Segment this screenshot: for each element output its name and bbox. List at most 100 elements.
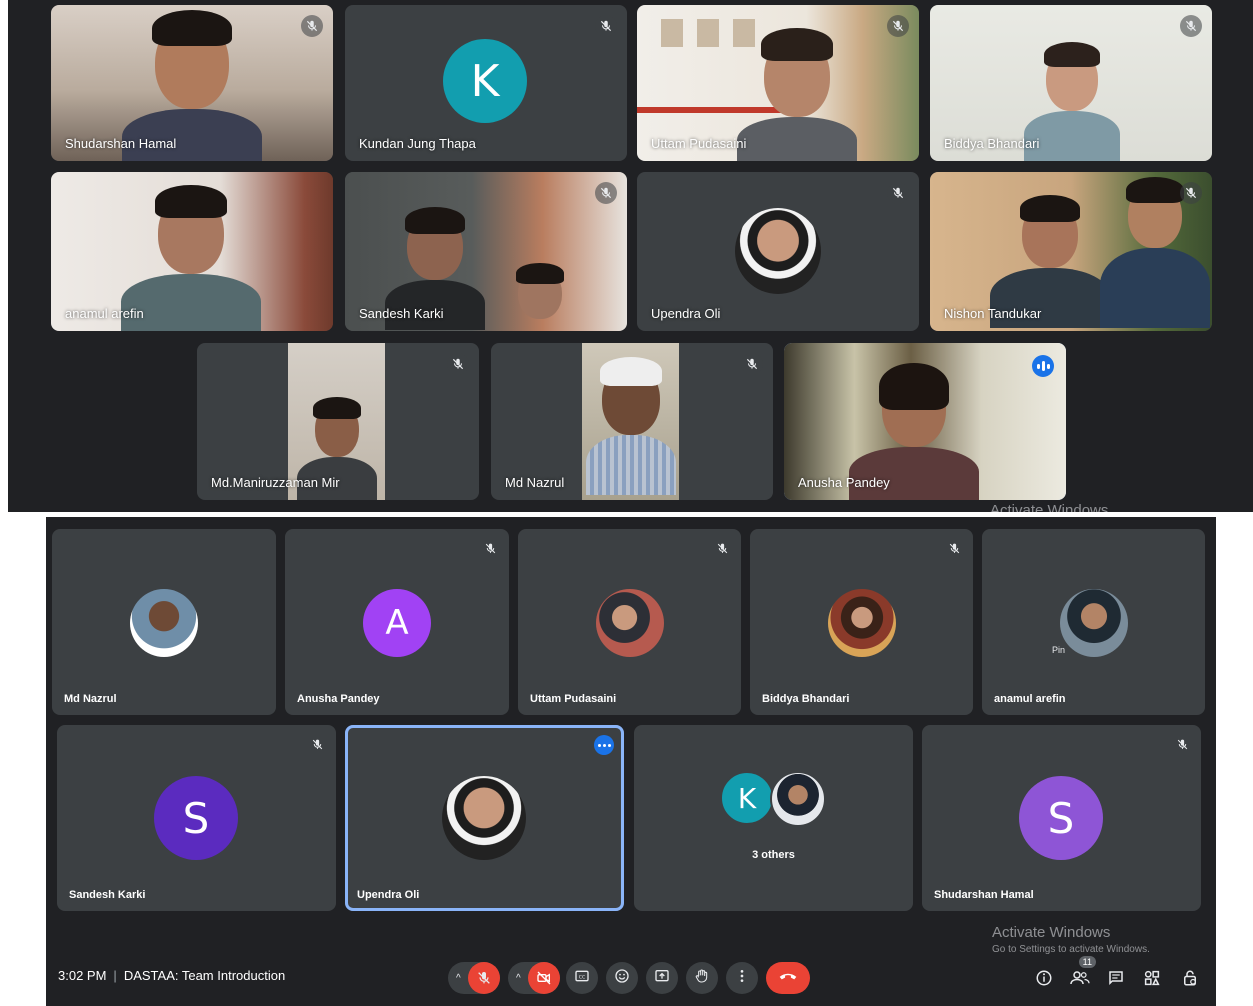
participant-name: Uttam Pudasaini: [530, 693, 617, 705]
participant-tile-anamul[interactable]: anamul arefin: [51, 172, 333, 331]
meeting-controls-bar: 3:02 PM | DASTAA: Team Introduction ^ ^ CC: [46, 924, 1216, 1006]
present-icon: [654, 968, 670, 989]
participant-tile-nishon[interactable]: Nishon Tandukar: [930, 172, 1212, 331]
participant-tile-uttam[interactable]: Uttam Pudasaini: [518, 529, 741, 715]
mic-off-icon: [308, 735, 326, 753]
people-count-badge: 11: [1078, 956, 1096, 968]
people-button[interactable]: 11: [1068, 956, 1096, 990]
avatar: S: [154, 776, 238, 860]
activate-windows-watermark: Activate Windows Go to Settings to activ…: [992, 924, 1150, 955]
watermark-title: Activate Windows: [992, 924, 1111, 941]
captions-button[interactable]: CC: [566, 962, 598, 994]
emoji-button[interactable]: [606, 962, 638, 994]
participant-name: Anusha Pandey: [297, 693, 380, 705]
mic-off-icon: [1173, 735, 1191, 753]
meeting-time: 3:02 PM: [58, 968, 107, 983]
more-options-button[interactable]: [726, 962, 758, 994]
participant-tile-anamul[interactable]: Pin anamul arefin: [982, 529, 1205, 715]
chevron-up-icon[interactable]: ^: [516, 973, 521, 984]
mic-off-icon: [887, 15, 909, 37]
mic-off-icon: [945, 539, 963, 557]
svg-text:CC: CC: [579, 974, 586, 980]
participant-name: Md.Maniruzzaman Mir: [211, 475, 340, 490]
participant-name: Kundan Jung Thapa: [359, 136, 476, 151]
participant-tile-shudarshan[interactable]: Shudarshan Hamal: [51, 5, 333, 161]
mic-off-icon: [301, 15, 323, 37]
participant-tile-anusha[interactable]: A Anusha Pandey: [285, 529, 509, 715]
avatar: [770, 771, 826, 827]
pin-hover-label[interactable]: Pin: [1052, 645, 1065, 655]
present-button[interactable]: [646, 962, 678, 994]
camera-off-icon: [528, 962, 560, 994]
participant-name: Md Nazrul: [64, 693, 117, 705]
speaking-indicator-icon: [1032, 355, 1054, 377]
meeting-grid-screenshot-2: Md Nazrul A Anusha Pandey Uttam Pudasain…: [46, 517, 1216, 1006]
activities-button[interactable]: [1140, 966, 1164, 990]
participant-tile-nazrul[interactable]: Md Nazrul: [52, 529, 276, 715]
participant-name: Anusha Pandey: [798, 475, 890, 490]
raise-hand-icon: [694, 968, 710, 989]
end-call-icon: [778, 969, 798, 987]
watermark-subtitle: Go to Settings to activate Windows.: [992, 944, 1150, 955]
activities-icon: [1144, 970, 1160, 986]
end-call-button[interactable]: [766, 962, 810, 994]
raise-hand-button[interactable]: [686, 962, 718, 994]
more-icon: [734, 968, 750, 989]
participant-tile-upendra-speaking[interactable]: Upendra Oli: [345, 725, 624, 911]
chevron-up-icon[interactable]: ^: [456, 973, 461, 984]
mic-toggle-button[interactable]: ^: [448, 962, 500, 994]
participant-name: Sandesh Karki: [359, 306, 444, 321]
participant-tile-sandesh[interactable]: Sandesh Karki: [345, 172, 627, 331]
participant-tile-maniruzzaman[interactable]: Md.Maniruzzaman Mir: [197, 343, 479, 500]
avatar: [735, 208, 821, 294]
camera-toggle-button[interactable]: ^: [508, 962, 560, 994]
participant-name: Nishon Tandukar: [944, 306, 1042, 321]
participant-tile-biddya[interactable]: Biddya Bhandari: [930, 5, 1212, 161]
mic-off-icon: [1180, 182, 1202, 204]
more-options-icon[interactable]: [594, 735, 614, 755]
avatar: [130, 589, 198, 657]
mic-off-icon: [887, 182, 909, 204]
meeting-details-button[interactable]: [1032, 966, 1056, 990]
meeting-grid-screenshot-1: Shudarshan Hamal K Kundan Jung Thapa Utt…: [8, 0, 1253, 512]
people-icon: [1070, 971, 1090, 985]
participant-name: Shudarshan Hamal: [934, 889, 1034, 901]
mic-off-icon: [1180, 15, 1202, 37]
participant-tile-nazrul[interactable]: Md Nazrul: [491, 343, 773, 500]
avatar: [442, 776, 526, 860]
mic-off-icon: [741, 353, 763, 375]
participant-name: Shudarshan Hamal: [65, 136, 177, 151]
avatar: K: [443, 39, 527, 123]
mic-off-icon: [468, 962, 500, 994]
avatar: A: [363, 589, 431, 657]
participant-tile-biddya[interactable]: Biddya Bhandari: [750, 529, 973, 715]
participant-name: Biddya Bhandari: [944, 136, 1040, 151]
participant-name: Md Nazrul: [505, 475, 565, 490]
participant-tile-uttam[interactable]: Uttam Pudasaini: [637, 5, 919, 161]
avatar: [1060, 589, 1128, 657]
mic-off-icon: [595, 182, 617, 204]
mic-off-icon: [595, 15, 617, 37]
others-count: 3 others: [752, 849, 795, 861]
mic-off-icon: [481, 539, 499, 557]
participant-tile-upendra[interactable]: Upendra Oli: [637, 172, 919, 331]
host-controls-icon: [1184, 970, 1196, 986]
avatar: K: [720, 771, 774, 825]
info-icon: [1036, 970, 1052, 986]
participant-name: Upendra Oli: [357, 889, 420, 901]
participant-tile-others[interactable]: K 3 others: [634, 725, 913, 911]
participant-name: anamul arefin: [994, 693, 1066, 705]
meeting-title: DASTAA: Team Introduction: [123, 968, 286, 983]
chat-icon: [1109, 971, 1123, 986]
participant-name: Sandesh Karki: [69, 889, 146, 901]
participant-name: Uttam Pudasaini: [651, 136, 747, 151]
avatar: [596, 589, 664, 657]
participant-tile-anusha-speaking[interactable]: Anusha Pandey: [784, 343, 1066, 500]
participant-tile-sandesh[interactable]: S Sandesh Karki: [57, 725, 336, 911]
host-controls-button[interactable]: [1178, 966, 1202, 990]
participant-tile-shudarshan[interactable]: S Shudarshan Hamal: [922, 725, 1201, 911]
meeting-info: 3:02 PM | DASTAA: Team Introduction: [58, 968, 286, 983]
participant-tile-kundan[interactable]: K Kundan Jung Thapa: [345, 5, 627, 161]
chat-button[interactable]: [1104, 966, 1128, 990]
participant-name: Biddya Bhandari: [762, 693, 850, 705]
